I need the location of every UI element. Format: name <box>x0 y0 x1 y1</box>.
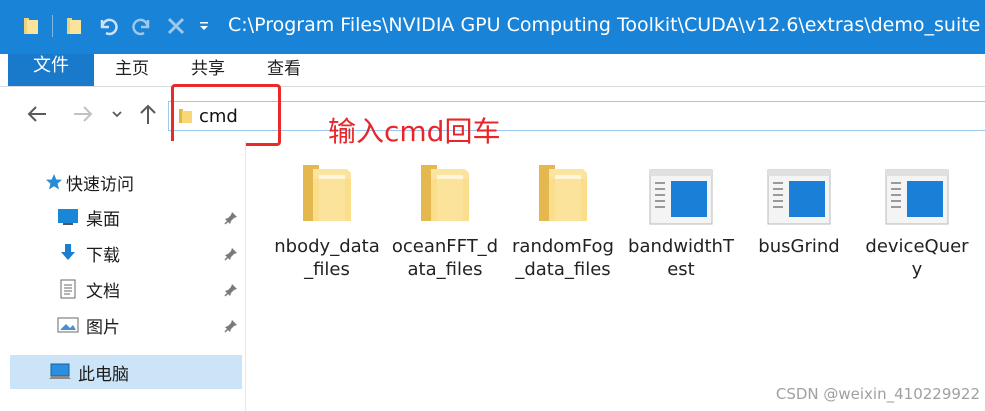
title-bar: C:\Program Files\NVIDIA GPU Computing To… <box>0 0 985 54</box>
list-item[interactable]: randomFog_data_files <box>508 151 618 281</box>
tab-view[interactable]: 查看 <box>248 54 320 86</box>
file-name: nbody_data_files <box>274 236 380 280</box>
up-arrow-icon[interactable] <box>136 101 160 127</box>
sidebar-item-label: 图片 <box>86 317 120 338</box>
folder-icon <box>390 151 500 225</box>
sidebar-item-label: 文档 <box>86 281 120 302</box>
list-item[interactable]: deviceQuery <box>862 151 972 281</box>
sidebar-item-documents[interactable]: 文档 <box>56 272 242 306</box>
file-name: bandwidthTest <box>628 236 734 280</box>
forward-arrow-icon[interactable] <box>70 101 96 127</box>
file-name: oceanFFT_data_files <box>391 236 499 280</box>
sidebar-item-downloads[interactable]: 下载 <box>56 236 242 270</box>
pin-icon[interactable] <box>224 282 238 302</box>
list-item[interactable]: bandwidthTest <box>626 151 736 281</box>
redo-icon[interactable] <box>129 12 155 40</box>
undo-icon[interactable] <box>95 12 121 40</box>
folder-icon <box>508 151 618 225</box>
desktop-icon <box>56 206 80 228</box>
ribbon-tabs: 文件 主页 共享 查看 <box>0 54 985 86</box>
application-icon <box>626 151 736 225</box>
sidebar-item-label: 下载 <box>86 245 120 266</box>
star-icon <box>44 171 64 193</box>
highlight-box <box>171 84 281 146</box>
back-arrow-icon[interactable] <box>24 101 50 127</box>
sidebar-item-pictures[interactable]: 图片 <box>56 308 242 342</box>
sidebar-item-quick-access[interactable]: 快速访问 <box>44 165 234 199</box>
tab-file[interactable]: 文件 <box>8 54 94 86</box>
sidebar-item-this-pc[interactable]: 此电脑 <box>10 355 242 389</box>
pictures-icon <box>56 314 80 336</box>
tab-share[interactable]: 共享 <box>172 54 244 86</box>
download-icon <box>56 242 80 264</box>
tab-home[interactable]: 主页 <box>96 54 168 86</box>
pin-icon[interactable] <box>224 210 238 230</box>
pin-icon[interactable] <box>224 318 238 338</box>
file-name: randomFog_data_files <box>512 236 614 280</box>
list-item[interactable]: busGrind <box>744 151 854 258</box>
navigation-pane: 快速访问 桌面 下载 文档 图片 此电脑 <box>0 141 246 411</box>
recent-locations-chevron-icon[interactable] <box>108 101 126 127</box>
address-bar[interactable] <box>168 101 985 131</box>
pin-icon[interactable] <box>224 246 238 266</box>
quick-access-toolbar <box>18 12 219 40</box>
file-name: deviceQuery <box>865 236 969 280</box>
application-icon <box>862 151 972 225</box>
sidebar-item-label: 快速访问 <box>66 174 134 195</box>
properties-icon[interactable] <box>61 12 87 40</box>
list-item[interactable]: nbody_data_files <box>272 151 382 281</box>
watermark: CSDN @weixin_410229922 <box>775 385 980 403</box>
application-icon <box>744 151 854 225</box>
toolbar-separator <box>52 15 53 37</box>
customize-toolbar-icon[interactable] <box>197 12 211 40</box>
sidebar-item-label: 此电脑 <box>78 364 129 385</box>
document-icon <box>56 278 80 300</box>
file-name: busGrind <box>758 236 840 257</box>
computer-icon <box>48 361 72 383</box>
sidebar-item-desktop[interactable]: 桌面 <box>56 200 242 234</box>
file-list: nbody_data_files oceanFFT_data_files ran… <box>246 141 985 411</box>
sidebar-item-label: 桌面 <box>86 209 120 230</box>
list-item[interactable]: oceanFFT_data_files <box>390 151 500 281</box>
folder-icon <box>272 151 382 225</box>
window-title-path: C:\Program Files\NVIDIA GPU Computing To… <box>228 14 981 36</box>
delete-icon[interactable] <box>163 12 189 40</box>
folder-icon <box>18 12 44 40</box>
